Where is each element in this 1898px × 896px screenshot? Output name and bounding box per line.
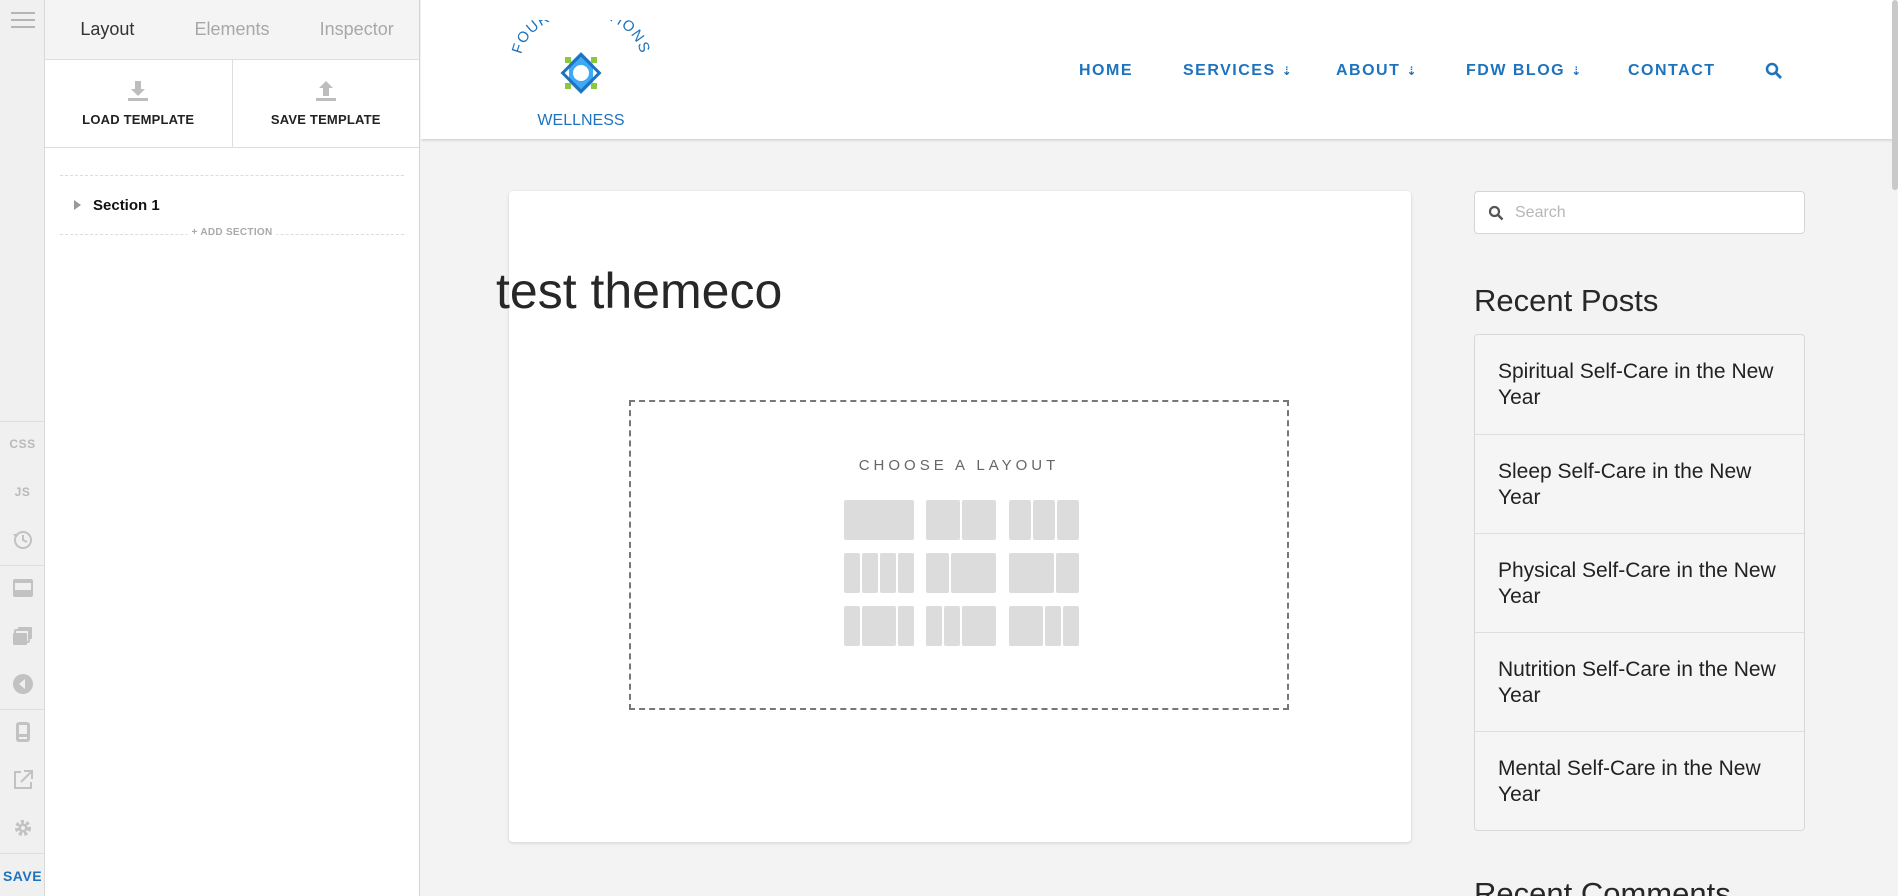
css-button[interactable]: CSS bbox=[0, 424, 45, 464]
layout-option-1-1-1[interactable] bbox=[1009, 500, 1079, 540]
nav-fdw-blog[interactable]: FDW BLOG ⇣ bbox=[1466, 62, 1581, 80]
recent-post-link[interactable]: Sleep Self-Care in the New Year bbox=[1475, 434, 1804, 533]
templates-icon[interactable] bbox=[0, 616, 45, 656]
layout-option-1-2[interactable] bbox=[926, 553, 996, 593]
logo-bottom-text: WELLNESS bbox=[537, 112, 625, 129]
recent-post-link[interactable]: Spiritual Self-Care in the New Year bbox=[1475, 335, 1804, 434]
section-outline: Section 1 + ADD SECTION bbox=[60, 175, 404, 238]
search-input[interactable] bbox=[1513, 200, 1797, 226]
chevron-down-icon: ⇣ bbox=[1571, 64, 1582, 78]
upload-icon bbox=[315, 81, 336, 101]
save-button[interactable]: SAVE bbox=[0, 856, 45, 896]
site-header: FOUR DIRECTIONS WELLNESS HOME SERVICES⇣ … bbox=[421, 0, 1898, 139]
layout-option-2-1[interactable] bbox=[1009, 553, 1079, 593]
layout-option-1-1-2[interactable] bbox=[926, 606, 996, 646]
page-scrollbar[interactable] bbox=[1892, 0, 1898, 190]
tab-elements[interactable]: Elements bbox=[170, 0, 295, 59]
menu-icon[interactable] bbox=[0, 0, 45, 40]
section-label: Section 1 bbox=[93, 196, 160, 214]
choose-layout-label: CHOOSE A LAYOUT bbox=[858, 457, 1060, 474]
recent-posts-list: Spiritual Self-Care in the New Year Slee… bbox=[1474, 334, 1805, 831]
site-preview: FOUR DIRECTIONS WELLNESS HOME SERVICES⇣ … bbox=[421, 0, 1898, 896]
recent-post-link[interactable]: Mental Self-Care in the New Year bbox=[1475, 731, 1804, 830]
layout-option-1-2-1[interactable] bbox=[844, 606, 914, 646]
recent-comments-title: Recent Comments bbox=[1474, 876, 1731, 896]
recent-post-link[interactable]: Nutrition Self-Care in the New Year bbox=[1475, 632, 1804, 731]
template-actions: LOAD TEMPLATE SAVE TEMPLATE bbox=[45, 60, 419, 148]
load-template-button[interactable]: LOAD TEMPLATE bbox=[45, 60, 232, 147]
search-icon bbox=[1488, 205, 1504, 221]
logo-emblem-icon: FOUR DIRECTIONS bbox=[509, 2, 654, 94]
add-section-button[interactable]: + ADD SECTION bbox=[187, 227, 277, 238]
download-icon bbox=[128, 81, 149, 101]
recent-post-link[interactable]: Physical Self-Care in the New Year bbox=[1475, 533, 1804, 632]
recent-posts-title: Recent Posts bbox=[1474, 283, 1659, 318]
layout-option-1-1[interactable] bbox=[926, 500, 996, 540]
nav-about[interactable]: ABOUT ⇣ bbox=[1336, 62, 1416, 80]
save-template-button[interactable]: SAVE TEMPLATE bbox=[231, 60, 420, 147]
layout-panel-icon[interactable] bbox=[0, 568, 45, 608]
sidebar-search bbox=[1474, 191, 1805, 234]
site-logo[interactable]: FOUR DIRECTIONS WELLNESS bbox=[507, 2, 655, 132]
tab-layout[interactable]: Layout bbox=[45, 0, 170, 59]
save-template-label: SAVE TEMPLATE bbox=[270, 112, 381, 127]
back-icon[interactable] bbox=[0, 664, 45, 704]
layout-option-1-1-1-1[interactable] bbox=[844, 553, 914, 593]
nav-contact[interactable]: CONTACT bbox=[1628, 62, 1716, 80]
post-title: test themeco bbox=[496, 263, 783, 319]
device-preview-icon[interactable] bbox=[0, 712, 45, 752]
nav-home[interactable]: HOME bbox=[1079, 62, 1133, 80]
chevron-down-icon: ⇣ bbox=[1281, 64, 1292, 78]
section-item[interactable]: Section 1 bbox=[60, 176, 404, 234]
add-section: + ADD SECTION bbox=[60, 227, 404, 238]
svg-text:FOUR DIRECTIONS: FOUR DIRECTIONS bbox=[509, 20, 654, 56]
js-button[interactable]: JS bbox=[0, 472, 45, 512]
nav-services[interactable]: SERVICES ⇣ bbox=[1183, 62, 1292, 80]
chevron-down-icon: ⇣ bbox=[1406, 64, 1417, 78]
load-template-label: LOAD TEMPLATE bbox=[82, 112, 195, 127]
settings-gear-icon[interactable] bbox=[0, 808, 45, 848]
builder-tabs: Layout Elements Inspector bbox=[45, 0, 419, 60]
layout-option-2-1-1[interactable] bbox=[1009, 606, 1079, 646]
layout-option-1[interactable] bbox=[844, 500, 914, 540]
external-link-icon[interactable] bbox=[0, 760, 45, 800]
nav-search-icon[interactable] bbox=[1765, 62, 1782, 84]
choose-layout-box: CHOOSE A LAYOUT bbox=[629, 400, 1289, 710]
history-icon[interactable] bbox=[0, 520, 45, 560]
builder-icon-rail: CSS JS SAVE bbox=[0, 0, 45, 896]
tab-inspector[interactable]: Inspector bbox=[294, 0, 419, 59]
logo-top-text: FOUR DIRECTIONS bbox=[509, 2, 653, 56]
expand-caret-icon[interactable] bbox=[74, 200, 81, 210]
builder-panel: Layout Elements Inspector LOAD TEMPLATE … bbox=[45, 0, 420, 896]
